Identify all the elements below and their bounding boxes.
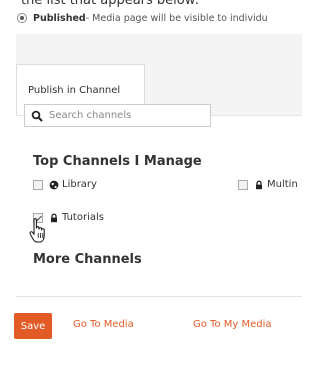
published-option[interactable]: Published - Media page will be visible t… [17, 11, 268, 25]
globe-icon [49, 180, 59, 189]
more-channels-heading: More Channels [33, 252, 142, 267]
channel-item-multin[interactable]: Multin [238, 179, 298, 190]
channel-label: Multin [267, 179, 298, 190]
search-icon [31, 110, 43, 122]
intro-text: the list that appears below: [21, 0, 200, 8]
channel-label: Tutorials [62, 212, 104, 223]
tab-label: Publish in Channel [28, 84, 121, 96]
search-input[interactable] [49, 110, 199, 121]
multin-checkbox[interactable] [238, 179, 248, 190]
channel-item-library[interactable]: Library [33, 179, 97, 190]
lock-icon [51, 213, 57, 222]
published-label: Published [33, 12, 86, 24]
lock-icon [256, 180, 262, 189]
search-box[interactable] [24, 104, 211, 127]
publish-page: the list that appears below: Published -… [0, 0, 302, 377]
save-button[interactable]: Save [14, 313, 52, 339]
hand-cursor-icon [29, 218, 45, 243]
published-radio[interactable] [17, 13, 27, 23]
footer-divider [16, 296, 302, 297]
library-checkbox[interactable] [33, 179, 43, 190]
go-to-my-media-link[interactable]: Go To My Media [193, 319, 272, 330]
published-description: - Media page will be visible to individu [85, 12, 268, 24]
channel-label: Library [62, 179, 97, 190]
top-channels-heading: Top Channels I Manage [33, 154, 202, 169]
go-to-media-link[interactable]: Go To Media [73, 319, 134, 330]
